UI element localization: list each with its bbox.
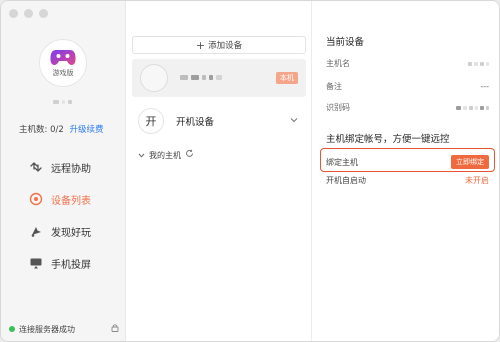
chevron-down-icon — [138, 151, 145, 160]
host-count-label: 主机数: 0/2 — [19, 125, 64, 135]
bind-now-button[interactable]: 立即绑定 — [451, 155, 489, 169]
sidebar-item-label: 远程协助 — [51, 163, 91, 175]
device-list-panel: + 添加设备 本机 开 开机设备 我的主机 — [126, 1, 312, 341]
boot-device-label: 开机设备 — [176, 117, 215, 128]
boot-device-group[interactable]: 开 开机设备 — [132, 105, 306, 137]
device-name-masked — [180, 75, 222, 80]
autostart-row: 开机自启动 未开启 — [326, 175, 489, 186]
device-avatar — [140, 64, 168, 92]
bind-section-title: 主机绑定帐号，方便一键远控 — [326, 134, 450, 145]
device-detail-panel: 当前设备 主机名 备注 --- 识别码 主机绑定帐号，方便一键远控 绑定主机 立… — [312, 1, 499, 341]
sidebar-item-label: 设备列表 — [51, 195, 91, 207]
upgrade-link[interactable]: 升级续费 — [69, 125, 103, 135]
sidebar-nav: 远程协助 设备列表 发现好玩 手机投屏 — [1, 151, 126, 279]
avatar[interactable]: 游戏版 — [39, 39, 87, 87]
id-label: 识别码 — [326, 103, 350, 112]
note-row: 备注 --- — [326, 81, 489, 92]
avatar-caption: 游戏版 — [52, 69, 74, 77]
host-count: 主机数: 0/2 升级续费 — [19, 123, 103, 135]
boot-device-avatar: 开 — [138, 108, 164, 134]
remote-assist-icon — [29, 160, 43, 174]
chevron-down-icon[interactable] — [290, 116, 298, 126]
my-hosts-group[interactable]: 我的主机 — [138, 149, 194, 161]
gamepad-icon — [50, 50, 76, 65]
sidebar: 游戏版 主机数: 0/2 升级续费 远程协助 设备列表 发现好玩 手机投屏 连接… — [1, 1, 126, 341]
note-label: 备注 — [326, 82, 342, 91]
id-value-masked — [456, 105, 489, 110]
sidebar-item-device-list[interactable]: 设备列表 — [1, 183, 126, 215]
autostart-label: 开机自启动 — [326, 176, 366, 185]
app-window: 游戏版 主机数: 0/2 升级续费 远程协助 设备列表 发现好玩 手机投屏 连接… — [0, 0, 500, 342]
add-device-label: 添加设备 — [208, 41, 243, 51]
minimize-window-button[interactable] — [24, 9, 33, 18]
discover-icon — [29, 224, 43, 238]
hostname-value-masked — [468, 61, 489, 66]
bind-host-label: 绑定主机 — [326, 157, 358, 167]
note-value: --- — [480, 82, 489, 91]
id-row: 识别码 — [326, 102, 489, 113]
plus-icon: + — [195, 38, 206, 52]
sidebar-item-label: 手机投屏 — [51, 259, 91, 271]
lock-icon[interactable] — [111, 323, 119, 335]
local-device-card[interactable]: 本机 — [132, 59, 306, 97]
current-device-title: 当前设备 — [326, 37, 365, 48]
bind-host-row: 绑定主机 立即绑定 — [326, 155, 489, 169]
maximize-window-button[interactable] — [39, 9, 48, 18]
my-hosts-label: 我的主机 — [149, 150, 181, 160]
add-device-button[interactable]: + 添加设备 — [132, 36, 306, 54]
sidebar-item-remote-assist[interactable]: 远程协助 — [1, 151, 126, 183]
window-controls — [9, 9, 48, 18]
device-list-icon — [29, 192, 43, 206]
status-text: 连接服务器成功 — [19, 324, 75, 334]
autostart-toggle[interactable]: 未开启 — [465, 175, 489, 186]
sidebar-item-screen-cast[interactable]: 手机投屏 — [1, 247, 126, 279]
username-masked — [53, 100, 72, 104]
sidebar-item-label: 发现好玩 — [51, 227, 91, 239]
connection-status: 连接服务器成功 — [9, 323, 119, 335]
screen-cast-icon — [29, 256, 43, 270]
refresh-icon[interactable] — [185, 149, 194, 161]
local-badge: 本机 — [276, 72, 298, 84]
hostname-label: 主机名 — [326, 59, 350, 68]
close-window-button[interactable] — [9, 9, 18, 18]
hostname-row: 主机名 — [326, 58, 489, 69]
status-dot-icon — [9, 326, 15, 332]
sidebar-item-discover[interactable]: 发现好玩 — [1, 215, 126, 247]
